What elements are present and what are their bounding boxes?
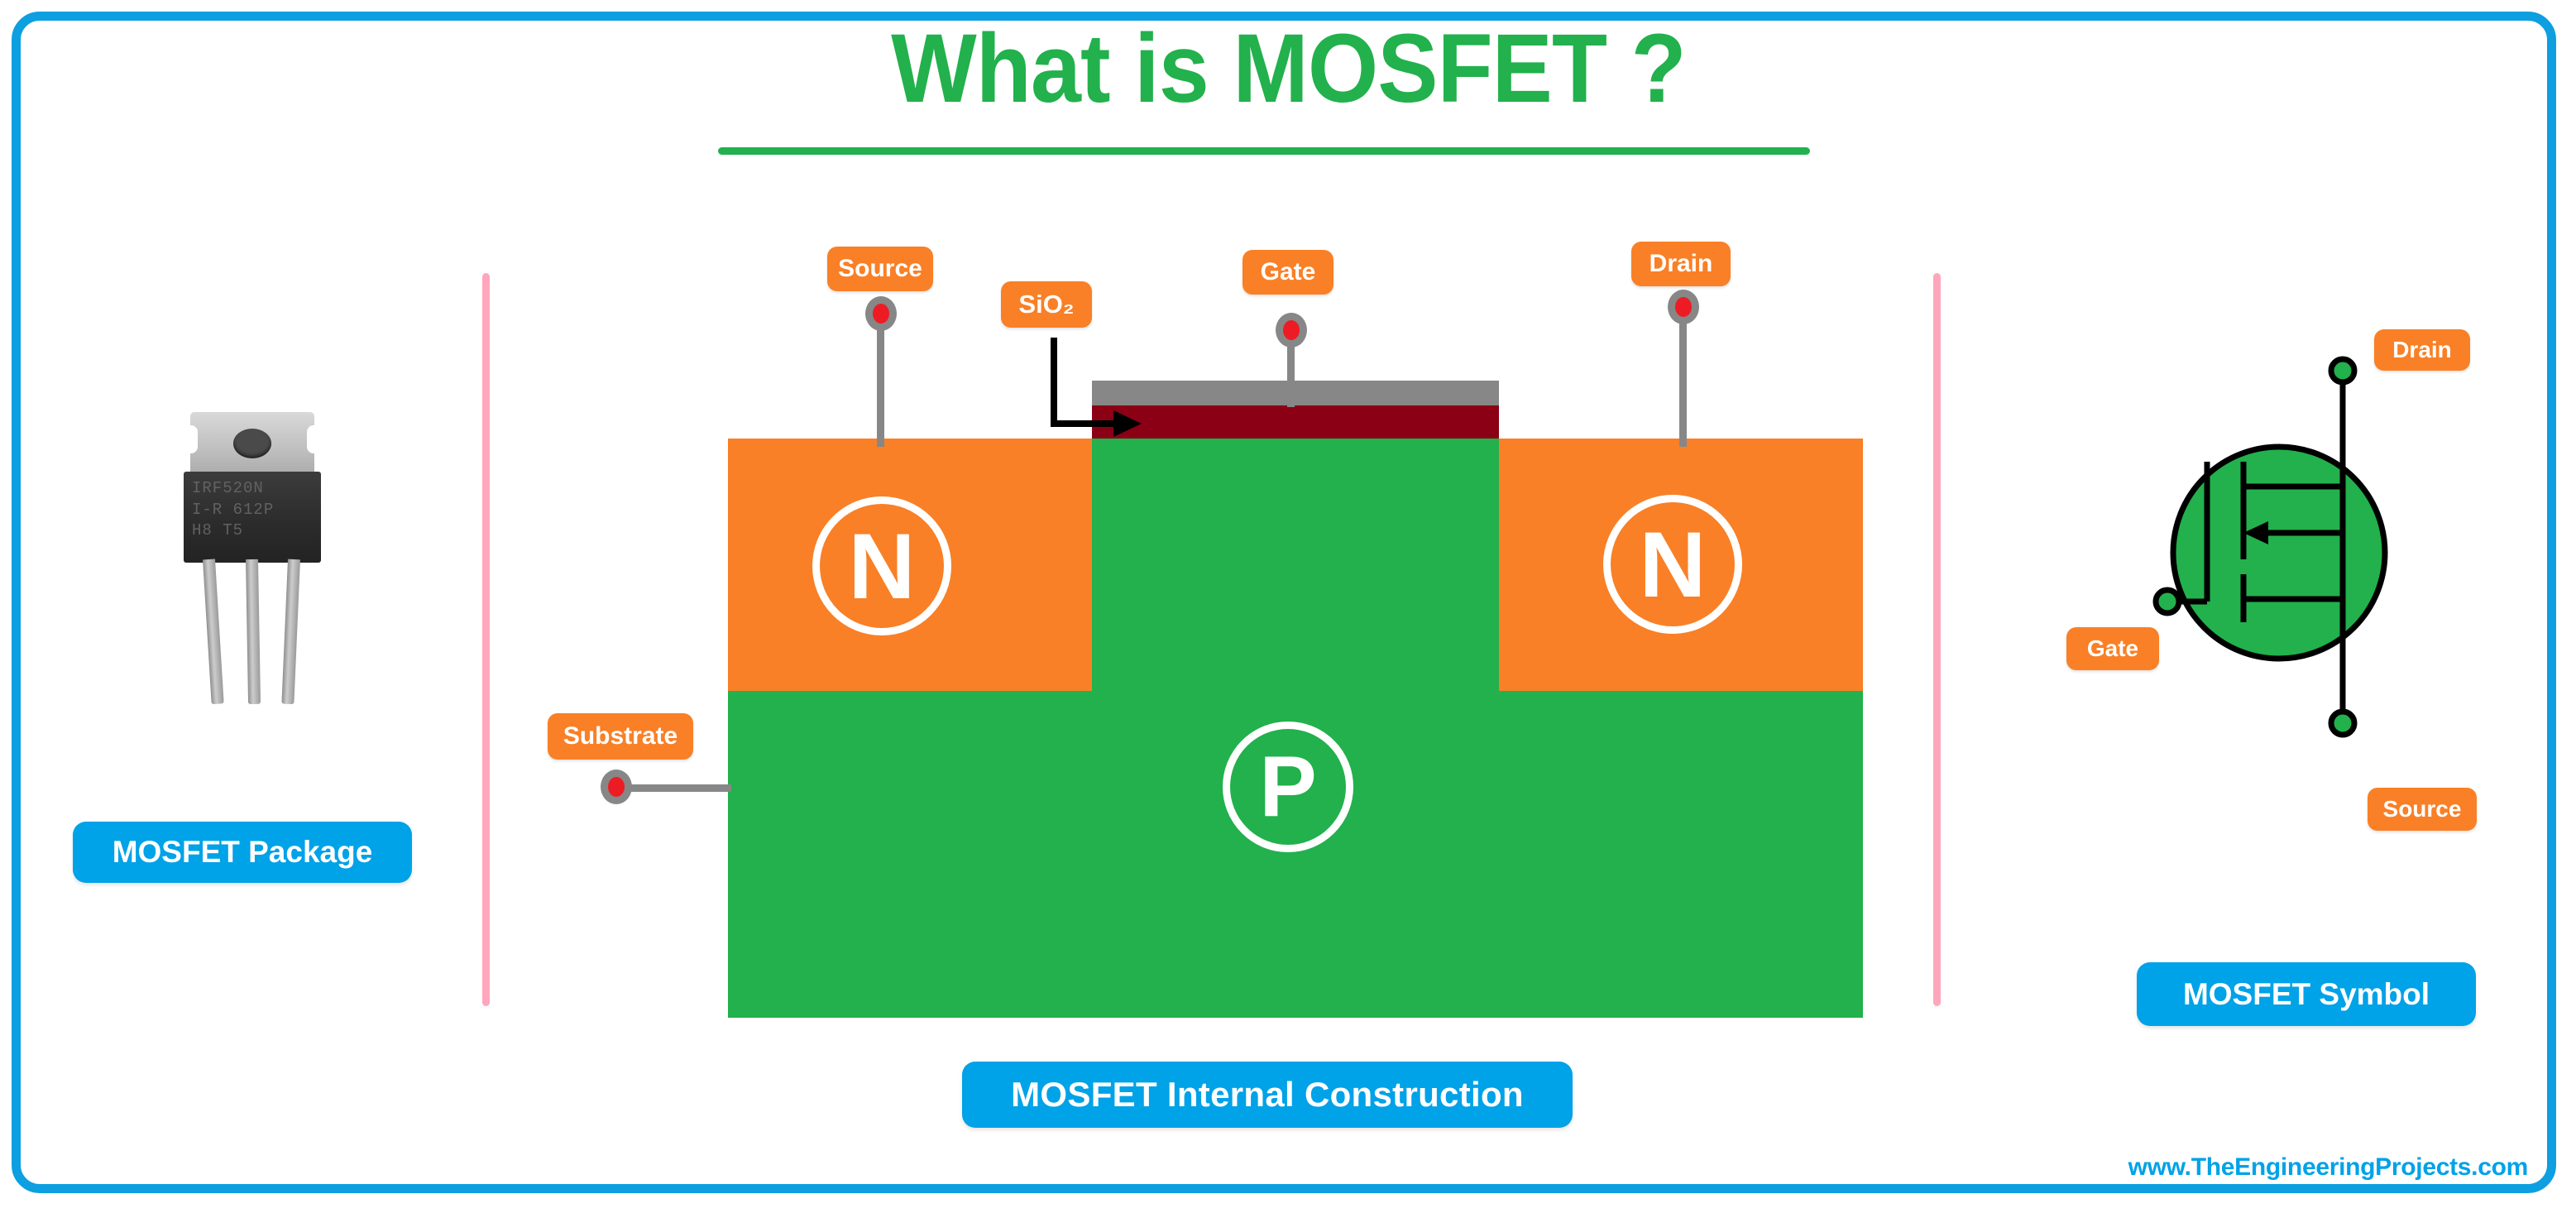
package-lead-1 — [203, 559, 224, 705]
label-source-symbol: Source — [2368, 788, 2477, 831]
label-gate-symbol: Gate — [2066, 627, 2159, 670]
symbol-source-terminal — [2328, 708, 2358, 738]
mosfet-symbol-diagram — [2152, 356, 2388, 738]
package-tab-notch-right — [307, 425, 320, 453]
page-title: What is MOSFET ? — [890, 14, 1687, 123]
label-drain-symbol: Drain — [2374, 329, 2470, 371]
title-underline — [718, 147, 1810, 155]
caption-mosfet-package: MOSFET Package — [73, 822, 412, 883]
substrate-terminal-dot — [601, 770, 632, 804]
label-silicon-dioxide: SiO₂ — [1001, 281, 1092, 328]
package-marking-line-1: IRF520N — [192, 479, 264, 497]
source-lead-wire — [877, 314, 884, 447]
package-mounting-hole — [233, 429, 271, 458]
package-marking-line-3: H8 T5 — [192, 521, 244, 540]
package-marking-line-2: I-R 612P — [192, 500, 275, 519]
mosfet-package-image: IRF520N I-R 612P H8 T5 — [157, 412, 347, 735]
site-watermark: www.TheEngineeringProjects.com — [2128, 1153, 2529, 1181]
label-source-construction: Source — [827, 247, 933, 291]
source-terminal-dot — [865, 296, 897, 331]
drain-terminal-dot — [1668, 290, 1699, 324]
substrate-lead-wire — [622, 784, 731, 792]
section-divider-right — [1933, 273, 1941, 1006]
gate-terminal-dot — [1276, 313, 1307, 348]
symbol-gate-terminal — [2152, 587, 2182, 616]
label-gate-construction: Gate — [1243, 250, 1333, 295]
label-drain-construction: Drain — [1631, 242, 1731, 286]
symbol-drain-terminal — [2328, 356, 2358, 386]
page-title-container: What is MOSFET ? — [0, 20, 2576, 117]
caption-mosfet-internal-construction: MOSFET Internal Construction — [962, 1062, 1573, 1128]
region-marker-n-right: N — [1603, 495, 1742, 634]
caption-mosfet-symbol: MOSFET Symbol — [2137, 962, 2476, 1026]
drain-lead-wire — [1679, 308, 1687, 447]
region-marker-n-left: N — [812, 496, 951, 635]
section-divider-left — [482, 273, 490, 1006]
package-tab-notch-left — [184, 425, 198, 453]
sio2-pointer-arrow — [1051, 338, 1142, 437]
package-lead-3 — [281, 559, 300, 705]
region-marker-p: P — [1223, 722, 1353, 852]
infographic-canvas: What is MOSFET ? IRF520N I-R 612P H8 T5 … — [0, 0, 2576, 1213]
label-substrate: Substrate — [548, 713, 693, 760]
package-marking-text: IRF520N I-R 612P H8 T5 — [192, 478, 316, 542]
package-lead-2 — [246, 559, 261, 705]
